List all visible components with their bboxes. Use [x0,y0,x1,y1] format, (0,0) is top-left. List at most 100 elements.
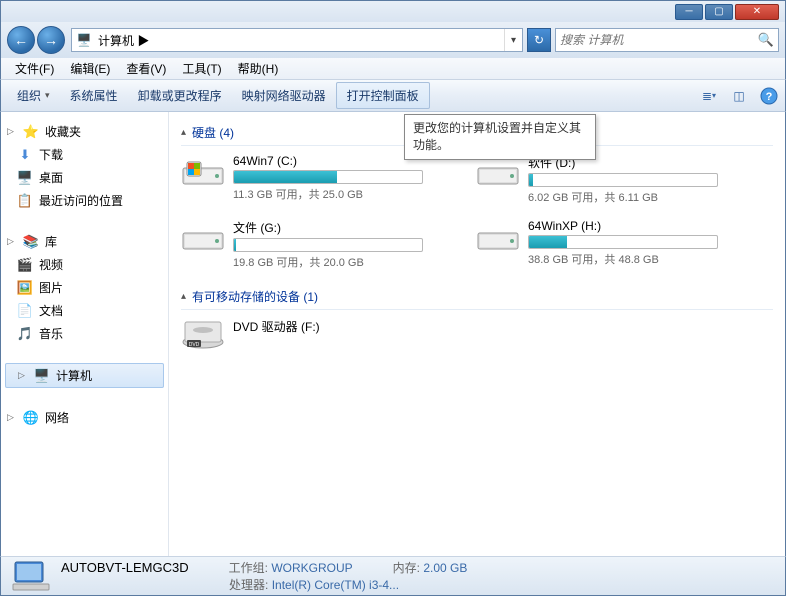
drive-status: 6.02 GB 可用，共 6.11 GB [528,189,741,205]
menu-tools[interactable]: 工具(T) [174,58,229,79]
menu-file[interactable]: 文件(F) [7,58,62,79]
documents-icon: 📄 [17,303,33,319]
drive-usage-bar [233,238,423,252]
sidebar-network[interactable]: ▷🌐网络 [1,406,168,429]
forward-button[interactable]: → [37,26,65,54]
recent-icon: 📋 [17,193,33,209]
video-icon: 🎬 [17,257,33,273]
sidebar-label: 下载 [39,146,63,163]
computer-icon: 🖥️ [72,33,96,47]
sidebar-documents[interactable]: 📄 文档 [1,299,168,322]
drive-icon [476,219,520,253]
search-icon[interactable]: 🔍 [758,32,774,48]
drive-dvd[interactable]: DVD DVD 驱动器 (F:) [181,318,446,352]
sidebar-videos[interactable]: 🎬 视频 [1,253,168,276]
svg-text:DVD: DVD [189,342,200,348]
sidebar-label: 文档 [39,302,63,319]
desktop-icon: 🖥️ [17,170,33,186]
computer-icon [11,560,51,592]
address-dropdown[interactable]: ▾ [504,29,522,51]
memory-label: 内存: [393,561,420,575]
sidebar-label: 库 [45,233,57,250]
computer-icon: 🖥️ [34,368,50,384]
close-button[interactable]: ✕ [735,4,779,20]
drive-usage-bar [233,170,423,184]
address-bar[interactable]: 🖥️ 计算机 ▶ ▾ [71,28,523,52]
toolbar-network-drive[interactable]: 映射网络驱动器 [232,83,336,108]
workgroup-label: 工作组: [229,561,268,575]
address-text: 计算机 ▶ [96,32,504,49]
toolbar-properties[interactable]: 系统属性 [60,83,128,108]
sidebar-recent[interactable]: 📋 最近访问的位置 [1,189,168,212]
menu-view[interactable]: 查看(V) [118,58,174,79]
drive-item[interactable]: 文件 (G:) 19.8 GB 可用，共 20.0 GB [181,219,446,270]
drive-status: 19.8 GB 可用，共 20.0 GB [233,254,446,270]
sidebar-label: 计算机 [56,367,92,384]
drive-status: 38.8 GB 可用，共 48.8 GB [528,251,741,267]
pictures-icon: 🖼️ [17,280,33,296]
search-input[interactable] [560,33,758,47]
sidebar-label: 最近访问的位置 [39,192,123,209]
sidebar-pictures[interactable]: 🖼️ 图片 [1,276,168,299]
minimize-button[interactable]: ─ [675,4,703,20]
menu-help[interactable]: 帮助(H) [230,58,287,79]
star-icon: ⭐ [23,124,39,140]
section-title: 有可移动存储的设备 (1) [192,288,318,305]
drive-item[interactable]: 64Win7 (C:) 11.3 GB 可用，共 25.0 GB [181,154,446,205]
drive-name: 64WinXP (H:) [528,219,741,233]
computer-name: AUTOBVT-LEMGC3D [61,560,189,575]
collapse-icon: ▴ [181,291,186,302]
drive-item[interactable]: 64WinXP (H:) 38.8 GB 可用，共 48.8 GB [476,219,741,270]
drive-name: DVD 驱动器 (F:) [233,318,446,335]
help-button[interactable]: ? [759,86,779,106]
menu-bar: 文件(F) 编辑(E) 查看(V) 工具(T) 帮助(H) [0,58,786,80]
command-toolbar: 组织 ▾ 系统属性 卸载或更改程序 映射网络驱动器 打开控制面板 ≣ ▾ ◫ ? [0,80,786,112]
drive-usage-bar [528,173,718,187]
sidebar-downloads[interactable]: ⬇ 下载 [1,143,168,166]
cpu-value: Intel(R) Core(TM) i3-4... [272,578,399,592]
svg-text:?: ? [766,91,773,103]
sidebar-label: 桌面 [39,169,63,186]
sidebar-computer[interactable]: ▷ 🖥️ 计算机 [5,363,164,388]
back-button[interactable]: ← [7,26,35,54]
view-options-button[interactable]: ≣ ▾ [699,86,719,106]
navigation-sidebar: ▷ ⭐ 收藏夹 ⬇ 下载 🖥️ 桌面 📋 最近访问的位置 ▷ 📚 库 🎬 视频 🖼️ 图片 📄 文档… [1,112,169,556]
drive-icon [181,154,225,188]
toolbar-control-panel[interactable]: 打开控制面板 [336,82,430,109]
toolbar-uninstall[interactable]: 卸载或更改程序 [128,83,232,108]
toolbar-organize[interactable]: 组织 ▾ [7,83,60,108]
music-icon: 🎵 [17,326,33,342]
sidebar-desktop[interactable]: 🖥️ 桌面 [1,166,168,189]
sidebar-label: 视频 [39,256,63,273]
chevron-right-icon: ▷ [18,370,28,381]
sidebar-favorites[interactable]: ▷ ⭐ 收藏夹 [1,120,168,143]
memory-value: 2.00 GB [423,561,467,575]
sidebar-label: 收藏夹 [45,123,81,140]
download-icon: ⬇ [17,147,33,163]
cpu-label: 处理器: [229,578,268,592]
navigation-bar: ← → 🖥️ 计算机 ▶ ▾ ↻ 🔍 [0,22,786,58]
drive-status: 11.3 GB 可用，共 25.0 GB [233,186,446,202]
menu-edit[interactable]: 编辑(E) [62,58,118,79]
sidebar-label: 音乐 [39,325,63,342]
library-icon: 📚 [23,234,39,250]
sidebar-library[interactable]: ▷📚库 [1,230,168,253]
section-removable[interactable]: ▴ 有可移动存储的设备 (1) [181,284,773,310]
search-box[interactable]: 🔍 [555,28,779,52]
chevron-down-icon: ▾ [45,90,50,101]
tooltip: 更改您的计算机设置并自定义其功能。 [404,114,596,160]
dvd-icon: DVD [181,318,225,352]
refresh-button[interactable]: ↻ [527,28,551,52]
drive-item[interactable]: 软件 (D:) 6.02 GB 可用，共 6.11 GB [476,154,741,205]
window-titlebar: ─ ▢ ✕ [0,0,786,22]
chevron-right-icon: ▷ [7,126,17,137]
maximize-button[interactable]: ▢ [705,4,733,20]
preview-pane-button[interactable]: ◫ [729,86,749,106]
content-pane: ▴硬盘 (4) 64Win7 (C:) 11.3 GB 可用，共 25.0 GB… [169,112,785,556]
drive-usage-bar [528,235,718,249]
sidebar-label: 网络 [45,409,69,426]
workgroup-value: WORKGROUP [271,561,352,575]
collapse-icon: ▴ [181,127,186,138]
sidebar-music[interactable]: 🎵 音乐 [1,322,168,345]
sidebar-label: 图片 [39,279,63,296]
